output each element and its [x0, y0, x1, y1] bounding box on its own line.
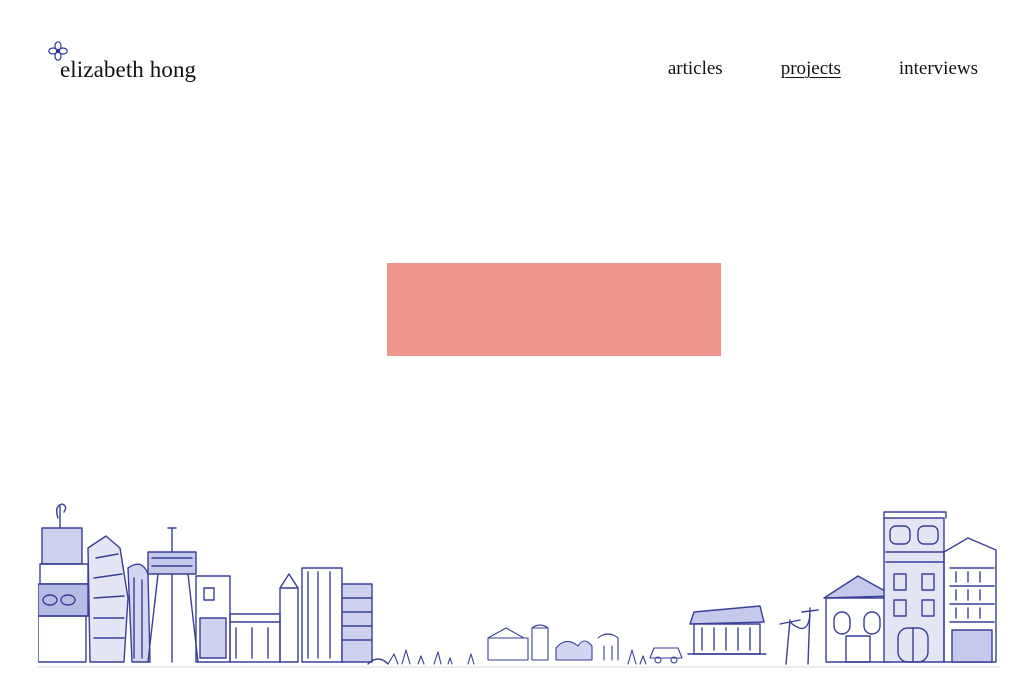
site-title: elizabeth hong [60, 57, 197, 82]
city-skyline-illustration [38, 503, 1000, 668]
skyline-market-stall [687, 605, 767, 655]
main-nav: articles projects interviews [668, 58, 978, 80]
nav-interviews[interactable]: interviews [899, 58, 978, 80]
nav-articles[interactable]: articles [668, 58, 723, 80]
nav-projects[interactable]: projects [781, 58, 841, 80]
site-header: elizabeth hong articles projects intervi… [0, 0, 1014, 110]
hero-color-block [387, 263, 721, 356]
skyline-left-buildings [38, 503, 389, 665]
skyline-right-buildings [823, 511, 997, 663]
skyline-telephone-pole [779, 607, 819, 665]
skyline-middle-buildings [387, 624, 683, 665]
